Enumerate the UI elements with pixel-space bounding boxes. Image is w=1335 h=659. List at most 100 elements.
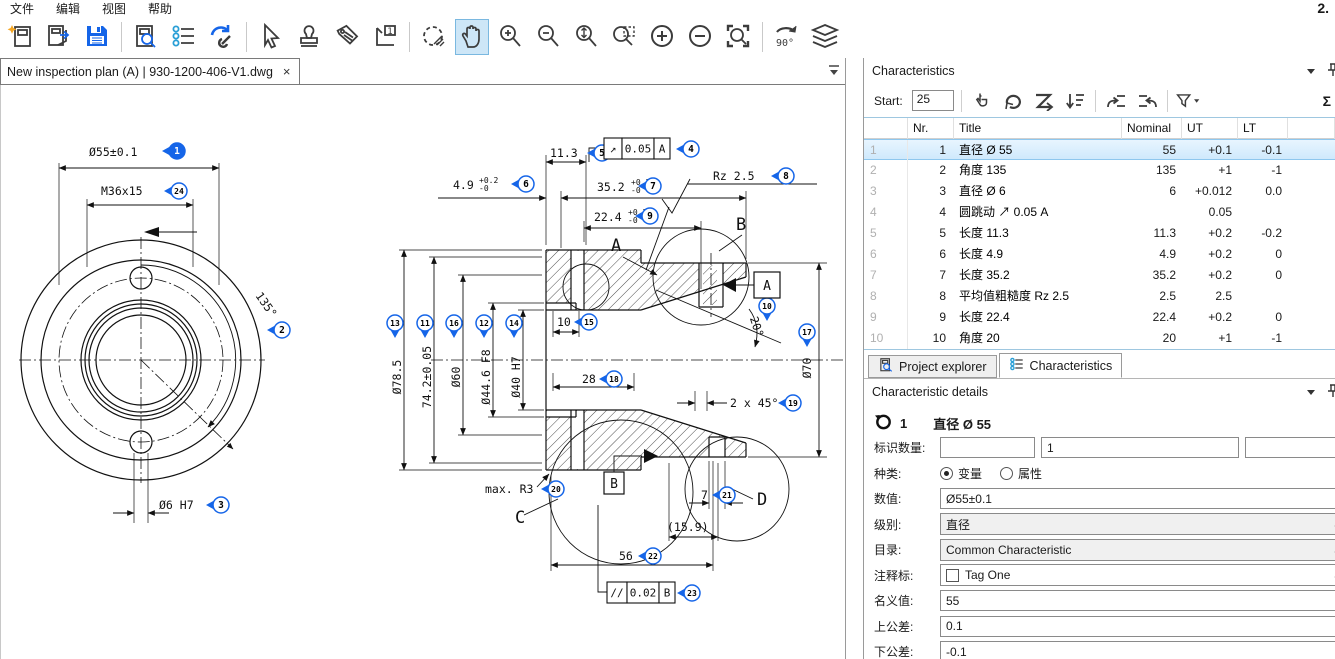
- balloon-11[interactable]: 11: [417, 315, 433, 338]
- tag-select[interactable]: Tag One: [940, 564, 1335, 586]
- pick-hand-icon[interactable]: [969, 88, 995, 114]
- balloon-22[interactable]: 22: [638, 548, 661, 564]
- balloon-23[interactable]: 23: [677, 585, 700, 601]
- pane-splitter[interactable]: [846, 58, 863, 659]
- zoom-dynamic-button[interactable]: [569, 19, 603, 55]
- field-value: 数值: Ø55±0.1: [874, 486, 1335, 512]
- transfer-out-icon[interactable]: [1134, 88, 1160, 114]
- balloon-4[interactable]: 4: [676, 141, 699, 157]
- balloon-3[interactable]: 3: [206, 497, 229, 513]
- col-lt[interactable]: LT: [1238, 118, 1288, 139]
- characteristic-list-icon: [170, 22, 198, 53]
- id-count-input-3[interactable]: [1245, 437, 1335, 458]
- table-row[interactable]: 66长度 4.94.9+0.20: [864, 244, 1335, 265]
- table-row[interactable]: 77长度 35.235.2+0.20: [864, 265, 1335, 286]
- tag-checkbox[interactable]: [946, 569, 959, 582]
- document-tab[interactable]: New inspection plan (A) | 930-1200-406-V…: [0, 58, 300, 84]
- panel-menu-icon[interactable]: [1306, 64, 1316, 78]
- menu-file[interactable]: 文件: [10, 0, 34, 17]
- tab-close-icon[interactable]: ×: [283, 64, 291, 79]
- table-cell: 平均值粗糙度 Rz 2.5: [954, 286, 1122, 307]
- radio-variable[interactable]: 变量: [940, 465, 982, 482]
- id-count-input-1[interactable]: [940, 437, 1035, 458]
- zoom-window-button[interactable]: [607, 19, 641, 55]
- col-nr[interactable]: Nr.: [908, 118, 954, 139]
- menu-help[interactable]: 帮助: [148, 0, 172, 17]
- col-nominal[interactable]: Nominal: [1122, 118, 1182, 139]
- balloon-12[interactable]: 12: [476, 315, 492, 338]
- balloon-6[interactable]: 6: [511, 176, 534, 192]
- level-select[interactable]: 直径: [940, 513, 1335, 535]
- tab-project-explorer[interactable]: Project explorer: [868, 355, 997, 378]
- table-row[interactable]: 44圆跳动 ↗ 0.05 A0.05: [864, 202, 1335, 223]
- table-cell: 10: [908, 328, 954, 349]
- field-label: 目录:: [874, 541, 940, 558]
- tab-characteristics[interactable]: Characteristics: [999, 353, 1123, 378]
- id-count-input-2[interactable]: 1: [1041, 437, 1239, 458]
- radio-attribute[interactable]: 属性: [1000, 465, 1042, 482]
- table-cell: 0.05: [1182, 202, 1238, 223]
- zoom-in-button[interactable]: [493, 19, 527, 55]
- filter-icon[interactable]: [1175, 88, 1201, 114]
- zigzag-order-icon[interactable]: [1031, 88, 1057, 114]
- stamp-button[interactable]: [292, 19, 326, 55]
- balloon-14[interactable]: 14: [506, 315, 522, 338]
- menu-edit[interactable]: 编辑: [56, 0, 80, 17]
- nominal-input[interactable]: 55: [940, 590, 1335, 611]
- drawing-canvas[interactable]: Ø55±0.1M36x15135°Ø6 H711.34.9+0.2-035.2+…: [0, 85, 845, 659]
- menu-view[interactable]: 视图: [102, 0, 126, 17]
- start-input[interactable]: 25: [912, 90, 954, 111]
- increase-button[interactable]: [645, 19, 679, 55]
- table-row[interactable]: 88平均值粗糙度 Rz 2.52.52.5: [864, 286, 1335, 307]
- table-row[interactable]: 55长度 11.311.3+0.2-0.2: [864, 223, 1335, 244]
- lower-tolerance-input[interactable]: -0.1: [940, 641, 1335, 659]
- balloon-16[interactable]: 16: [446, 315, 462, 338]
- tag-button[interactable]: [330, 19, 364, 55]
- balloon-8[interactable]: 8: [771, 168, 794, 184]
- sort-list-icon[interactable]: [1062, 88, 1088, 114]
- new-document-button[interactable]: [4, 19, 38, 55]
- zoom-fit-button[interactable]: [721, 19, 755, 55]
- table-row[interactable]: 33直径 Ø 66+0.0120.0: [864, 181, 1335, 202]
- catalog-select[interactable]: Common Characteristic: [940, 539, 1335, 561]
- col-title[interactable]: Title: [954, 118, 1122, 139]
- pin-icon[interactable]: [1326, 63, 1335, 80]
- tab-list-menu-icon[interactable]: [827, 64, 841, 79]
- open-document-button[interactable]: [42, 19, 76, 55]
- rotate-90-button[interactable]: 90°: [770, 19, 804, 55]
- update-settings-button[interactable]: [205, 19, 239, 55]
- pan-hand-button[interactable]: [455, 19, 489, 55]
- transfer-in-icon[interactable]: [1103, 88, 1129, 114]
- panel-menu-icon[interactable]: [1306, 385, 1316, 399]
- layers-button[interactable]: [808, 19, 842, 55]
- balloon-21[interactable]: 21: [712, 487, 735, 503]
- balloon-19[interactable]: 19: [778, 395, 801, 411]
- balloon-2[interactable]: 2: [267, 322, 290, 338]
- hatch-region-button[interactable]: [417, 19, 451, 55]
- pin-icon[interactable]: [1326, 384, 1335, 401]
- save-button[interactable]: [80, 19, 114, 55]
- balloon-24[interactable]: 24: [164, 183, 187, 199]
- upper-tolerance-input[interactable]: 0.1: [940, 616, 1335, 637]
- decrease-button[interactable]: [683, 19, 717, 55]
- balloon-1[interactable]: 1: [162, 143, 185, 159]
- table-row[interactable]: 22角度 135135+1-1: [864, 160, 1335, 181]
- find-document-button[interactable]: [129, 19, 163, 55]
- characteristic-list-button[interactable]: [167, 19, 201, 55]
- corner-dimension-button[interactable]: 1: [368, 19, 402, 55]
- balloon-15[interactable]: 15: [574, 314, 597, 330]
- renumber-icon[interactable]: [1000, 88, 1026, 114]
- col-ut[interactable]: UT: [1182, 118, 1238, 139]
- table-row[interactable]: 99长度 22.422.4+0.20: [864, 307, 1335, 328]
- balloon-18[interactable]: 18: [599, 371, 622, 387]
- zoom-out-button[interactable]: [531, 19, 565, 55]
- table-row[interactable]: 1010角度 2020+1-1: [864, 328, 1335, 349]
- balloon-20[interactable]: 20: [541, 481, 564, 497]
- value-input[interactable]: Ø55±0.1: [940, 488, 1335, 509]
- balloon-13[interactable]: 13: [387, 315, 403, 338]
- table-row[interactable]: 11直径 Ø 5555+0.1-0.1: [864, 139, 1335, 160]
- select-cursor-button[interactable]: [254, 19, 288, 55]
- balloon-17[interactable]: 17: [799, 324, 815, 347]
- tab-characteristics-label: Characteristics: [1030, 359, 1113, 373]
- sigma-summary-button[interactable]: Σ: [1323, 93, 1331, 109]
